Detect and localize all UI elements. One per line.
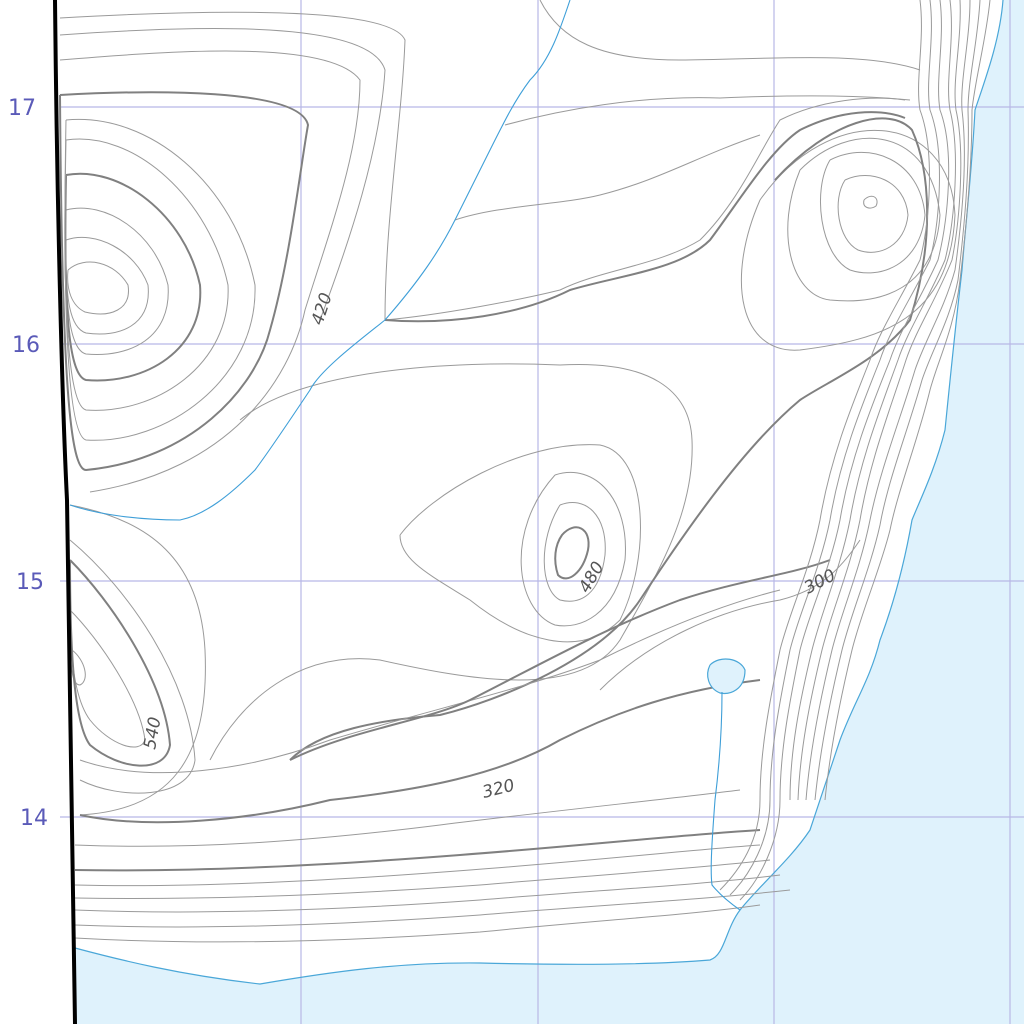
- grid-label-14: 14: [20, 806, 48, 831]
- grid-label-15: 15: [16, 570, 44, 595]
- grid-label-16: 16: [12, 333, 40, 358]
- topographic-map[interactable]: 17 16 15 14 420 480 540 320 300: [0, 0, 1024, 1024]
- grid-label-17: 17: [8, 96, 36, 121]
